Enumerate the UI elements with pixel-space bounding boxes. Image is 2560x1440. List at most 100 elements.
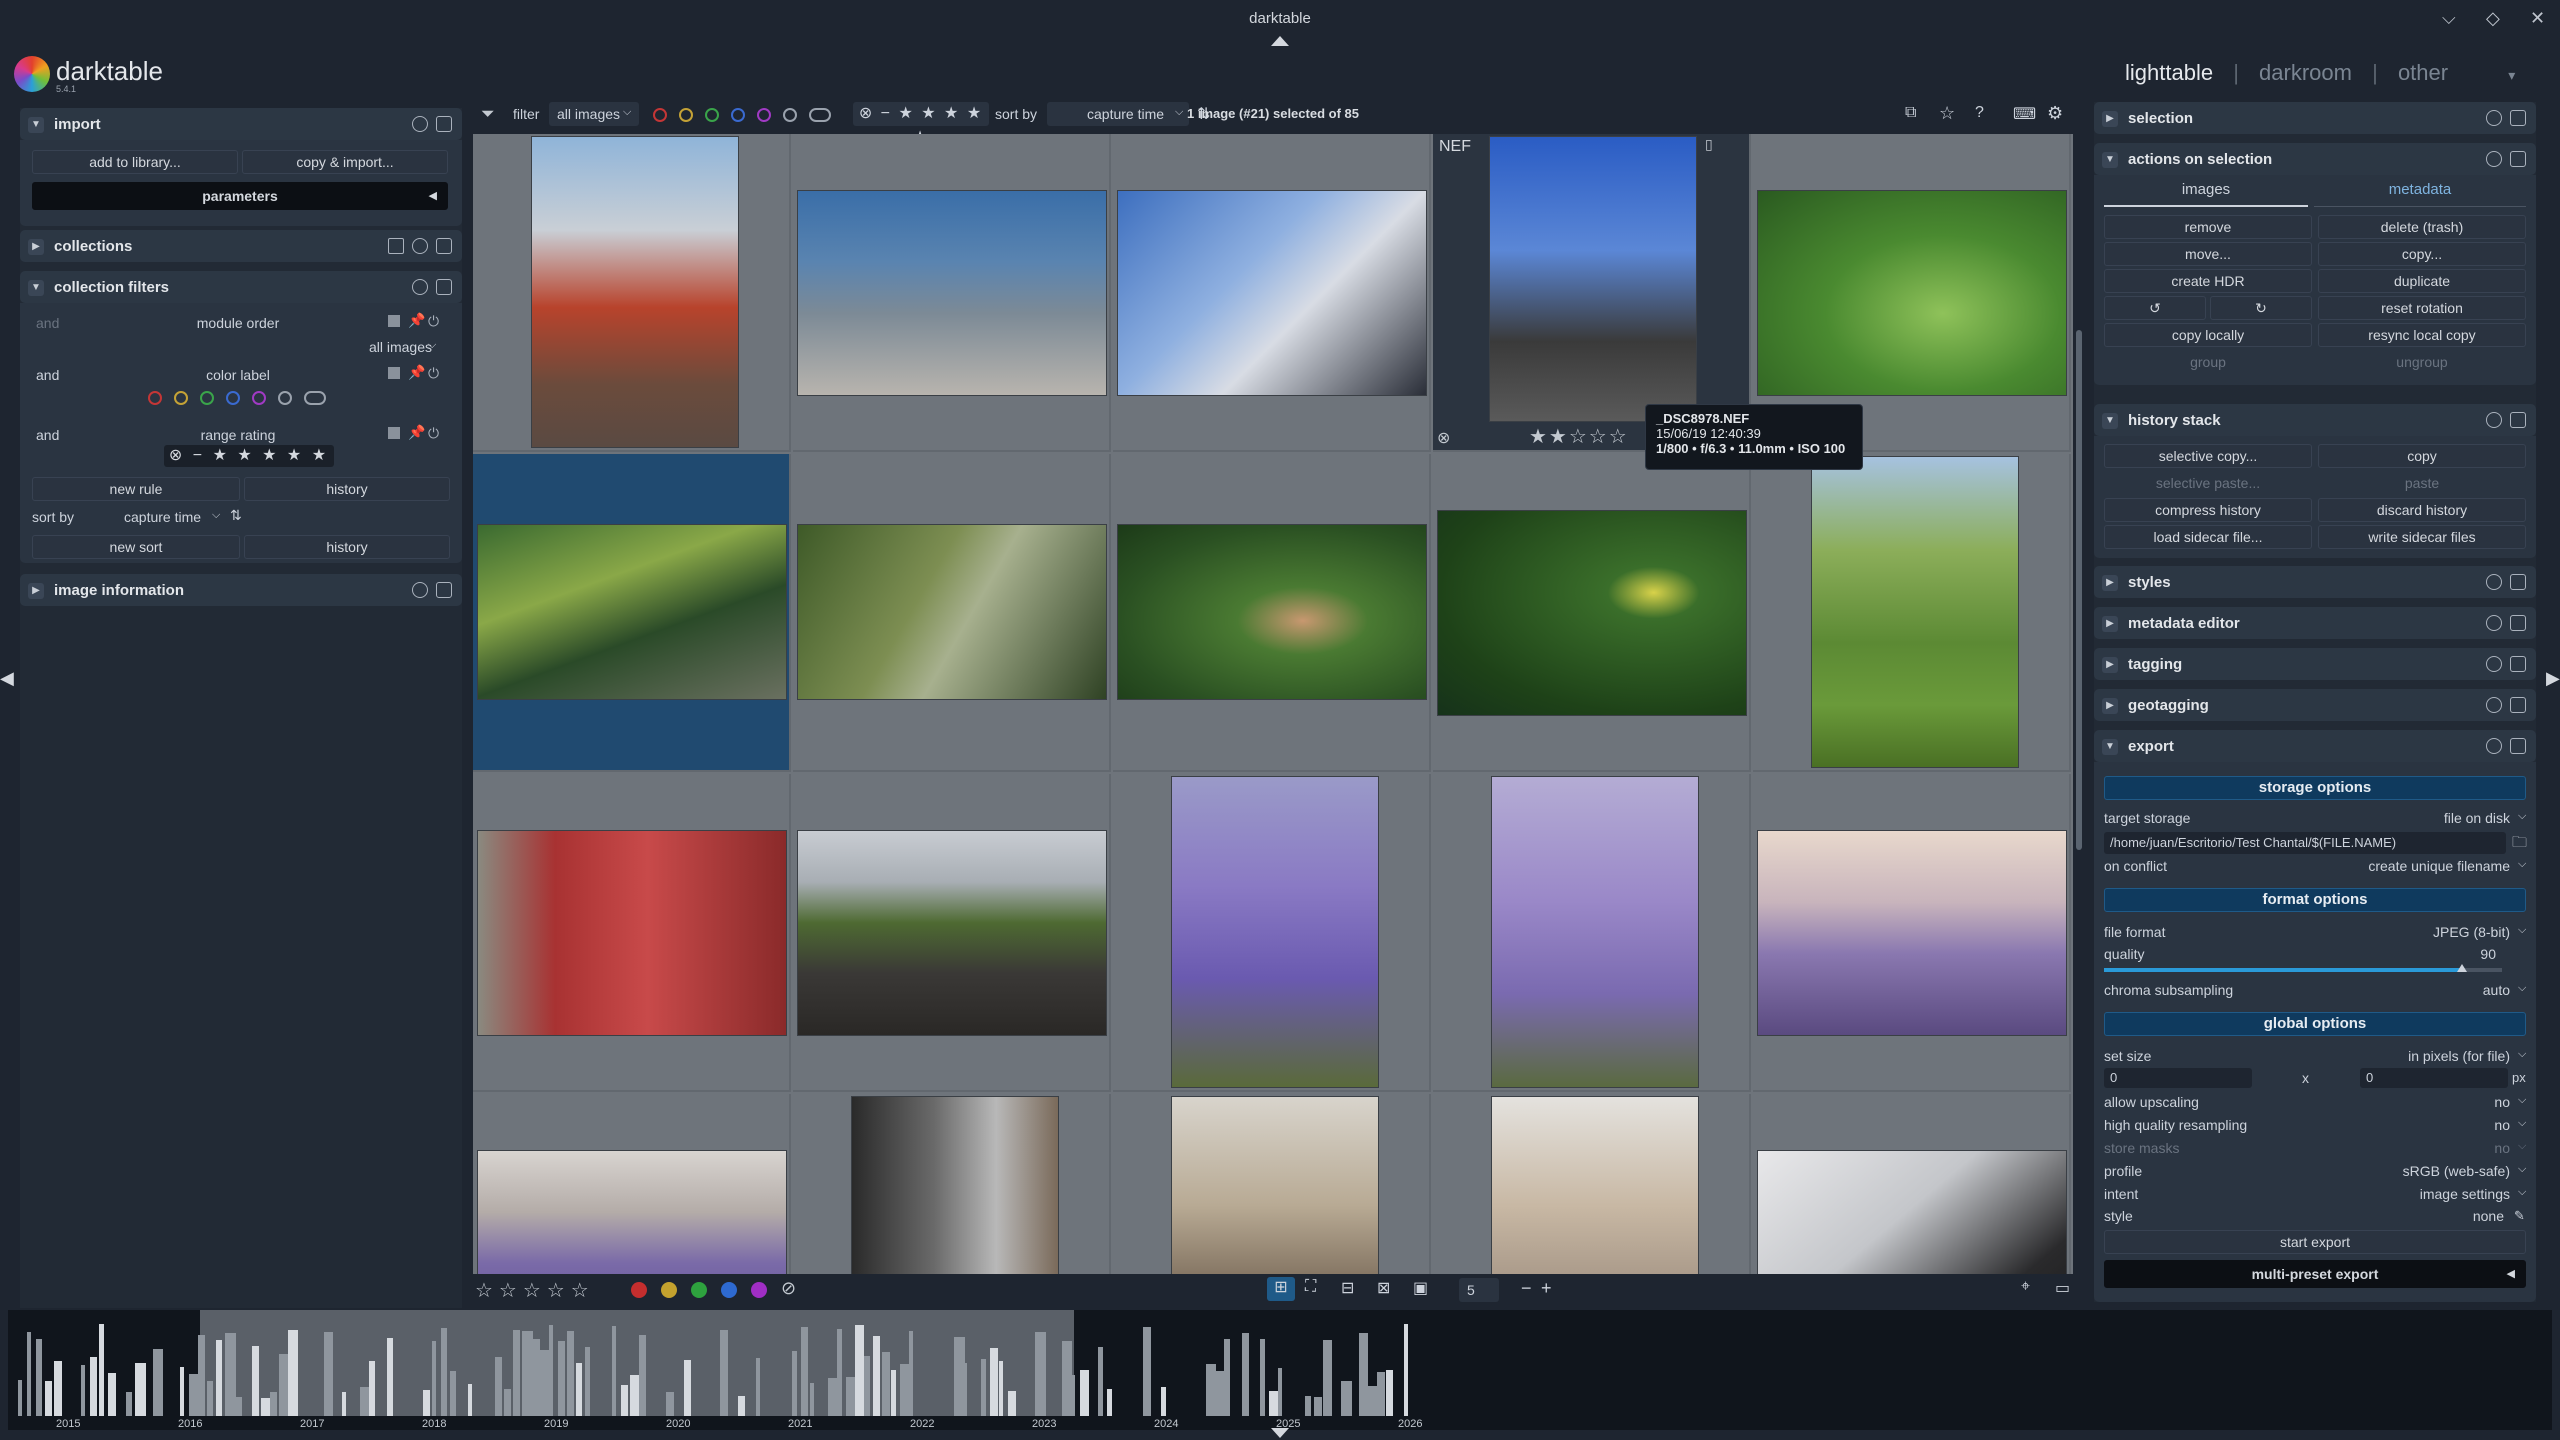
expand-arrow-icon[interactable]: ▼: [2102, 152, 2118, 168]
parameters-button[interactable]: parameters ◀: [32, 182, 448, 210]
module-image-information-header[interactable]: ▶ image information: [20, 574, 462, 606]
blue-label-icon[interactable]: [721, 1282, 737, 1298]
purple-label-icon[interactable]: [751, 1282, 767, 1298]
rotate-left-button[interactable]: ↺: [2104, 296, 2206, 320]
sort-by-value[interactable]: capture time: [124, 509, 201, 525]
grid-scrollbar[interactable]: [2076, 330, 2082, 850]
dropdown-arrow-icon[interactable]: ⌵: [212, 509, 220, 522]
presets-icon[interactable]: [2510, 615, 2526, 631]
rule-value[interactable]: all images: [20, 339, 432, 355]
thumbnail-image[interactable]: [797, 830, 1107, 1036]
thumbnail-image[interactable]: [1171, 776, 1379, 1088]
thumbnail-image[interactable]: [1489, 136, 1697, 422]
dropdown-arrow-icon[interactable]: ⌵: [2518, 982, 2526, 995]
view-lighttable[interactable]: lighttable: [2125, 60, 2213, 85]
thumbnail-image[interactable]: [1117, 190, 1427, 396]
thumbnail-image[interactable]: [1491, 776, 1699, 1088]
timeline[interactable]: 2015 2016 2017 2018 2019 2020 2021 2022 2023 2024…: [8, 1310, 2552, 1430]
module-collections-header[interactable]: ▶ collections: [20, 230, 462, 262]
thumbnail-cell[interactable]: [1433, 1094, 1751, 1274]
move-button[interactable]: move...: [2104, 242, 2312, 266]
zoom-out-button[interactable]: −: [1521, 1278, 1532, 1299]
discard-history-button[interactable]: discard history: [2318, 498, 2526, 522]
quality-slider-track[interactable]: [2104, 968, 2502, 972]
power-icon[interactable]: ⏻: [428, 313, 439, 330]
thumbnail-image[interactable]: [851, 1096, 1059, 1274]
reset-icon[interactable]: [2486, 615, 2502, 631]
rules-history-button[interactable]: history: [244, 477, 450, 501]
reset-icon[interactable]: [412, 279, 428, 295]
minimize-icon[interactable]: ⌵: [2442, 8, 2456, 29]
thumbnail-cell[interactable]: [793, 774, 1111, 1092]
expand-arrow-icon[interactable]: ▶: [2102, 698, 2118, 714]
selective-copy-button[interactable]: selective copy...: [2104, 444, 2312, 468]
presets-icon[interactable]: [2510, 656, 2526, 672]
thumbnail-image[interactable]: [477, 524, 787, 700]
thumbnail-cell[interactable]: [473, 134, 791, 452]
module-tagging-header[interactable]: ▶ tagging: [2094, 648, 2536, 680]
module-history-stack-header[interactable]: ▼ history stack: [2094, 404, 2536, 436]
clear-labels-icon[interactable]: ⊘: [781, 1278, 796, 1299]
dropdown-arrow-icon[interactable]: ⌵: [2518, 810, 2526, 823]
maximize-icon[interactable]: ◇: [2486, 8, 2500, 29]
thumbnail-cell-selected[interactable]: [473, 454, 791, 772]
thumbnail-image[interactable]: [1117, 524, 1427, 700]
write-sidecar-button[interactable]: write sidecar files: [2318, 525, 2526, 549]
create-hdr-button[interactable]: create HDR: [2104, 269, 2312, 293]
selective-paste-button[interactable]: selective paste...: [2104, 471, 2312, 495]
preferences-gear-icon[interactable]: ⚙: [2047, 103, 2063, 124]
pin-icon[interactable]: 📌: [408, 312, 425, 329]
folder-icon[interactable]: 🗀: [2512, 832, 2527, 857]
module-metadata-editor-header[interactable]: ▶ metadata editor: [2094, 607, 2536, 639]
compress-history-button[interactable]: compress history: [2104, 498, 2312, 522]
presets-icon[interactable]: [2510, 697, 2526, 713]
expand-arrow-icon[interactable]: ▶: [28, 239, 44, 255]
new-rule-button[interactable]: new rule: [32, 477, 240, 501]
thumbnail-cell[interactable]: [473, 1094, 791, 1274]
expand-arrow-icon[interactable]: ▼: [28, 280, 44, 296]
reset-icon[interactable]: [2486, 656, 2502, 672]
views-dropdown-icon[interactable]: ▾: [2508, 67, 2515, 83]
purple-label-icon[interactable]: [252, 391, 266, 405]
dropdown-arrow-icon[interactable]: ⌵: [428, 339, 436, 352]
keyboard-shortcuts-icon[interactable]: ⌨: [2013, 104, 2036, 124]
chroma-subsampling-value[interactable]: auto: [2394, 982, 2510, 998]
culling-dynamic-icon[interactable]: ⊠: [1377, 1278, 1390, 1298]
duplicate-button[interactable]: duplicate: [2318, 269, 2526, 293]
module-styles-header[interactable]: ▶ styles: [2094, 566, 2536, 598]
expand-arrow-icon[interactable]: ▶: [2102, 111, 2118, 127]
thumbnail-cell[interactable]: [1113, 454, 1431, 772]
delete-trash-button[interactable]: delete (trash): [2318, 215, 2526, 239]
presets-icon[interactable]: [436, 238, 452, 254]
thumbnail-image[interactable]: [531, 136, 739, 448]
dropdown-arrow-icon[interactable]: ⌵: [2518, 1048, 2526, 1061]
thumbnail-image[interactable]: [1811, 456, 2019, 768]
reject-icon[interactable]: ⊗: [1437, 428, 1450, 448]
rule-toggle-icon[interactable]: [388, 315, 400, 327]
width-input[interactable]: 0: [2104, 1068, 2252, 1088]
copy-button[interactable]: copy...: [2318, 242, 2526, 266]
allow-upscaling-value[interactable]: no: [2394, 1094, 2510, 1110]
pin-icon[interactable]: 📌: [408, 424, 425, 441]
thumbnail-cell[interactable]: [1113, 1094, 1431, 1274]
file-format-value[interactable]: JPEG (8-bit): [2294, 924, 2510, 940]
reset-icon[interactable]: [412, 582, 428, 598]
thumbnail-image[interactable]: [797, 524, 1107, 700]
thumbnail-cell[interactable]: [1753, 1094, 2071, 1274]
dropdown-arrow-icon[interactable]: ⌵: [2518, 1163, 2526, 1176]
export-path-input[interactable]: /home/juan/Escritorio/Test Chantal/$(FIL…: [2104, 832, 2506, 854]
start-export-button[interactable]: start export: [2104, 1230, 2526, 1254]
star-rating[interactable]: ★★☆☆☆: [1529, 424, 1629, 449]
collapse-bottom-arrow-icon[interactable]: [1271, 1428, 1289, 1438]
presets-icon[interactable]: [436, 116, 452, 132]
thumbnail-cell[interactable]: [1433, 774, 1751, 1092]
module-selection-header[interactable]: ▶ selection: [2094, 102, 2536, 134]
filemanager-layout-icon[interactable]: ⊞: [1267, 1277, 1295, 1301]
profile-value[interactable]: sRGB (web-safe): [2294, 1163, 2510, 1179]
thumbnail-image[interactable]: [797, 190, 1107, 396]
power-icon[interactable]: ⏻: [428, 365, 439, 382]
presets-icon[interactable]: [2510, 110, 2526, 126]
ungroup-button[interactable]: ungroup: [2318, 350, 2526, 374]
dropdown-arrow-icon[interactable]: ⌵: [2518, 1140, 2526, 1153]
red-label-icon[interactable]: [631, 1282, 647, 1298]
